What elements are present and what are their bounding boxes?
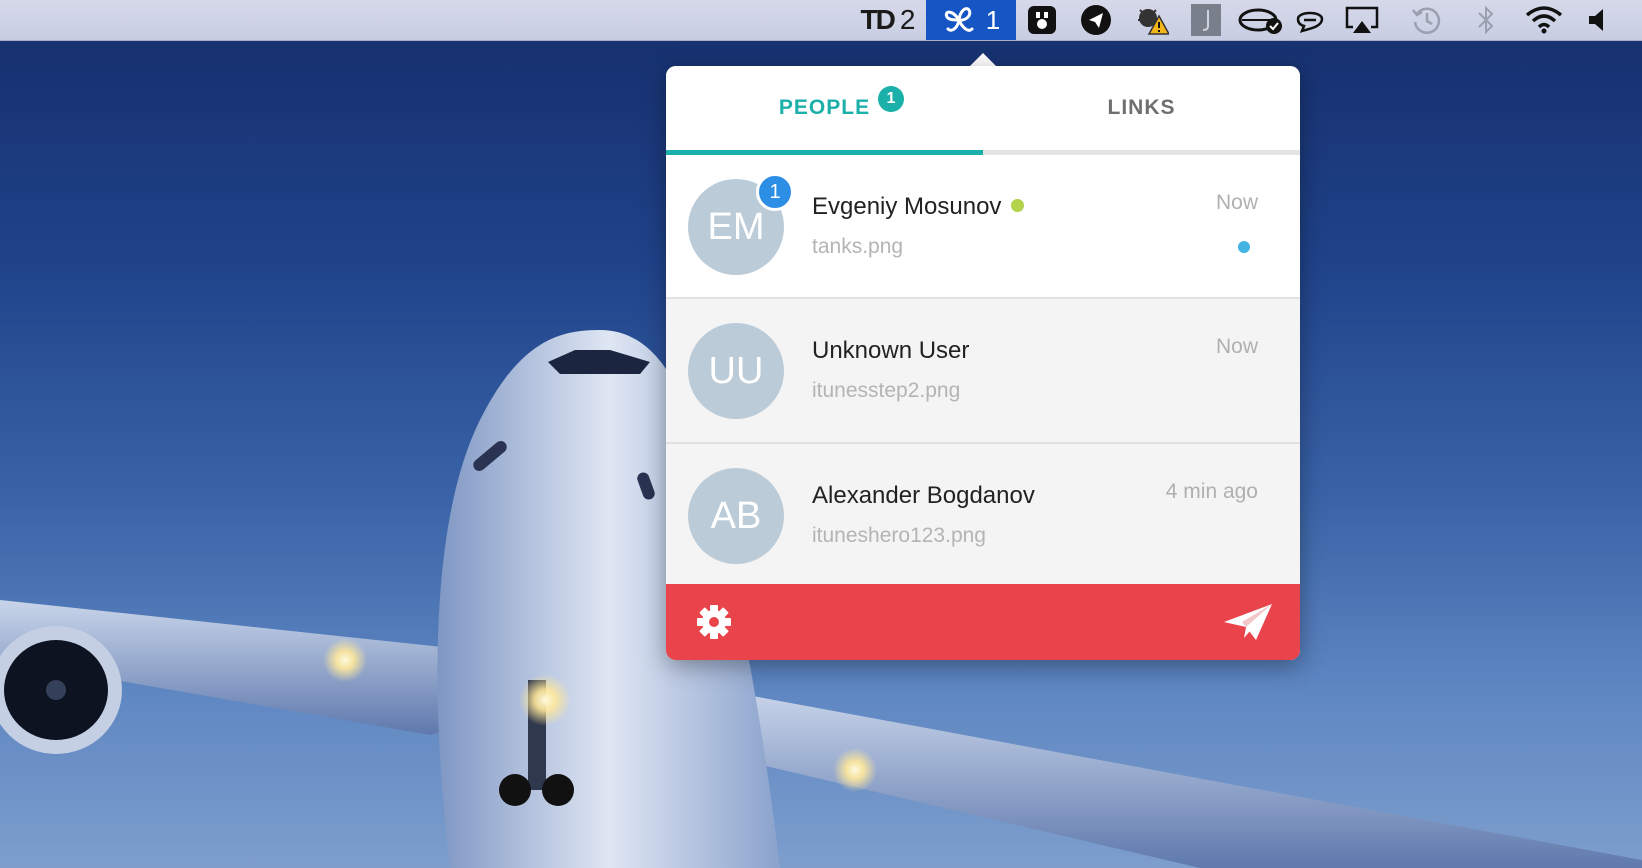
- contact-name: Alexander Bogdanov: [812, 482, 1035, 509]
- cloud-sync-status-item[interactable]: [1236, 0, 1286, 40]
- tab-links-label: LINKS: [1107, 96, 1176, 119]
- j-app-status-item[interactable]: [1186, 0, 1226, 40]
- tweetdeck-count: 2: [899, 4, 916, 35]
- tab-bar: PEOPLE 1 LINKS: [666, 66, 1300, 155]
- menu-bar: TD 2 1: [0, 0, 1642, 41]
- tweetdeck-icon: TD: [860, 4, 896, 35]
- unread-count-badge: 1: [756, 173, 794, 211]
- time-machine-status-item[interactable]: [1406, 0, 1446, 40]
- time-machine-icon: [1412, 7, 1441, 34]
- bug-warning-icon: [1138, 9, 1169, 35]
- contact-name-row: Evgeniy Mosunov: [812, 193, 1025, 221]
- tab-people[interactable]: PEOPLE 1: [666, 66, 983, 150]
- shared-file-name: ituneshero123.png: [812, 524, 986, 547]
- cloud-sync-icon: [1238, 8, 1282, 34]
- send-button[interactable]: [1222, 600, 1274, 644]
- airplay-status-item[interactable]: [1342, 0, 1382, 40]
- list-item[interactable]: AB Alexander Bogdanov ituneshero123.png …: [666, 444, 1300, 589]
- chat-bubble-icon: [1296, 11, 1324, 34]
- avatar: UU: [688, 323, 784, 419]
- telegram-status-item[interactable]: [1076, 0, 1116, 40]
- shared-file-name: itunesstep2.png: [812, 379, 961, 402]
- bartender-status-item[interactable]: [1022, 0, 1062, 40]
- volume-icon: [1589, 9, 1603, 31]
- shared-file-name: tanks.png: [812, 235, 904, 258]
- unread-indicator-icon: [1238, 241, 1250, 253]
- timestamp: 4 min ago: [1165, 480, 1258, 503]
- settings-button[interactable]: [694, 602, 734, 642]
- footer-bar: [666, 584, 1300, 660]
- telegram-icon: [1081, 5, 1111, 35]
- paper-plane-icon: [1224, 604, 1272, 640]
- volume-status-item[interactable]: [1578, 0, 1618, 40]
- droplr-count: 1: [985, 4, 1001, 35]
- bartender-icon: [1028, 6, 1056, 34]
- timestamp: Now: [1215, 335, 1258, 358]
- popover-arrow: [969, 53, 997, 67]
- contact-name: Unknown User: [812, 337, 970, 364]
- chat-bubble-status-item[interactable]: [1290, 0, 1330, 40]
- tab-people-badge: 1: [878, 86, 904, 112]
- tweetdeck-status-item[interactable]: TD 2: [856, 0, 920, 40]
- droplr-popover: PEOPLE 1 LINKS EM 1 Evgeniy Mosunov tank…: [666, 66, 1300, 660]
- j-app-icon: [1191, 4, 1221, 36]
- droplr-icon: [944, 7, 974, 32]
- contact-name: Evgeniy Mosunov: [812, 193, 1002, 220]
- droplr-status-item[interactable]: 1: [926, 0, 1016, 40]
- list-item[interactable]: UU Unknown User itunesstep2.png Now: [666, 299, 1300, 444]
- tab-links[interactable]: LINKS: [983, 66, 1300, 150]
- online-status-icon: [1011, 199, 1025, 213]
- timestamp: Now: [1215, 191, 1258, 214]
- gear-icon: [697, 605, 731, 639]
- avatar: AB: [688, 468, 784, 564]
- airplay-icon: [1345, 6, 1379, 33]
- tab-people-label: PEOPLE: [778, 96, 871, 119]
- bug-warning-status-item[interactable]: [1132, 0, 1172, 40]
- wifi-icon: [1525, 6, 1563, 34]
- list-item[interactable]: EM 1 Evgeniy Mosunov tanks.png Now: [666, 155, 1300, 299]
- bluetooth-icon: [1478, 5, 1494, 35]
- bluetooth-status-item[interactable]: [1466, 0, 1506, 40]
- wifi-status-item[interactable]: [1524, 0, 1564, 40]
